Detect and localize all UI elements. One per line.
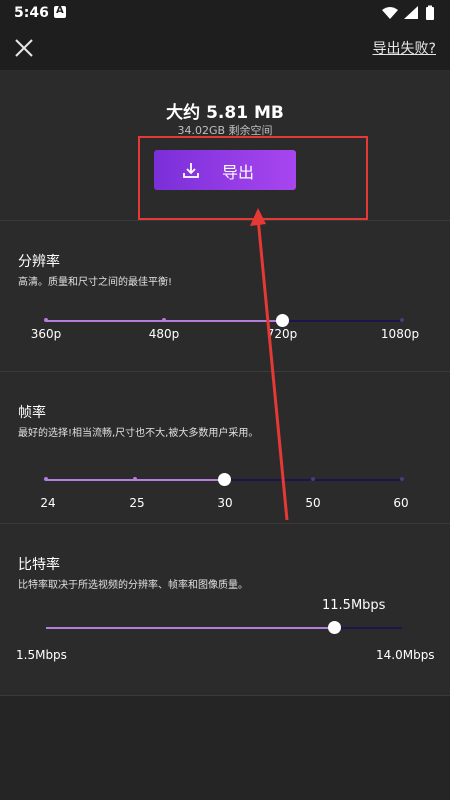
bitrate-min-label: 1.5Mbps	[16, 648, 67, 662]
resolution-slider[interactable]	[44, 314, 404, 327]
bitrate-title: 比特率	[18, 557, 60, 573]
resolution-label-720p: 720p	[266, 327, 298, 341]
frame-rate-label-25: 25	[129, 496, 145, 510]
status-icons	[382, 5, 434, 20]
frame-rate-label-50: 50	[305, 496, 321, 510]
resolution-label-1080p: 1080p	[380, 327, 420, 341]
export-section: 大约 5.81 MB 34.02GB 剩余空间 导出	[0, 70, 450, 221]
signal-icon	[404, 6, 418, 19]
frame-rate-tick-50[interactable]	[311, 477, 315, 481]
download-icon	[183, 163, 199, 178]
frame-rate-card: 帧率 最好的选择!相当流畅,尺寸也不大,被大多数用户采用。 24 25 30 5…	[0, 372, 450, 524]
status-bar: 5:46 A	[0, 0, 450, 26]
bitrate-slider[interactable]	[46, 621, 402, 634]
frame-rate-tick-25[interactable]	[133, 477, 137, 481]
frame-rate-description: 最好的选择!相当流畅,尺寸也不大,被大多数用户采用。	[18, 428, 259, 439]
export-button[interactable]: 导出	[154, 150, 296, 190]
wifi-icon	[382, 7, 398, 19]
frame-rate-slider-thumb[interactable]	[218, 473, 231, 486]
export-button-label: 导出	[222, 163, 255, 182]
frame-rate-tick-60[interactable]	[400, 477, 404, 481]
resolution-title: 分辨率	[18, 254, 60, 270]
status-time: 5:46	[14, 5, 49, 21]
resolution-card: 分辨率 高清。质量和尺寸之间的最佳平衡! 360p 480p 720p 1080…	[0, 221, 450, 372]
resolution-label-360p: 360p	[30, 327, 62, 341]
bitrate-slider-thumb[interactable]	[328, 621, 341, 634]
bitrate-description: 比特率取决于所选视频的分辨率、帧率和图像质量。	[18, 580, 248, 591]
notification-badge-letter: A	[56, 5, 64, 16]
top-bar: 导出失败?	[0, 26, 450, 70]
bitrate-max-label: 14.0Mbps	[376, 648, 435, 662]
frame-rate-tick-24[interactable]	[44, 477, 48, 481]
resolution-description: 高清。质量和尺寸之间的最佳平衡!	[18, 277, 173, 288]
bitrate-value: 11.5Mbps	[322, 598, 386, 613]
battery-icon	[426, 7, 434, 20]
export-failed-link[interactable]: 导出失败?	[373, 38, 436, 58]
notification-badge-icon: A	[54, 5, 66, 18]
frame-rate-label-30: 30	[217, 496, 233, 510]
frame-rate-label-24: 24	[40, 496, 56, 510]
resolution-label-480p: 480p	[148, 327, 180, 341]
resolution-slider-thumb[interactable]	[276, 314, 289, 327]
resolution-tick-1080p[interactable]	[400, 318, 404, 322]
resolution-tick-480p[interactable]	[162, 318, 166, 322]
frame-rate-slider[interactable]	[44, 473, 404, 486]
estimated-size: 大约 5.81 MB	[166, 103, 284, 123]
frame-rate-title: 帧率	[18, 405, 46, 421]
bottom-empty-area	[0, 696, 450, 800]
bitrate-card: 比特率 比特率取决于所选视频的分辨率、帧率和图像质量。 11.5Mbps 1.5…	[0, 524, 450, 696]
bitrate-slider-fill	[46, 627, 334, 629]
frame-rate-label-60: 60	[393, 496, 409, 510]
resolution-tick-360p[interactable]	[44, 318, 48, 322]
close-icon[interactable]	[10, 34, 38, 62]
